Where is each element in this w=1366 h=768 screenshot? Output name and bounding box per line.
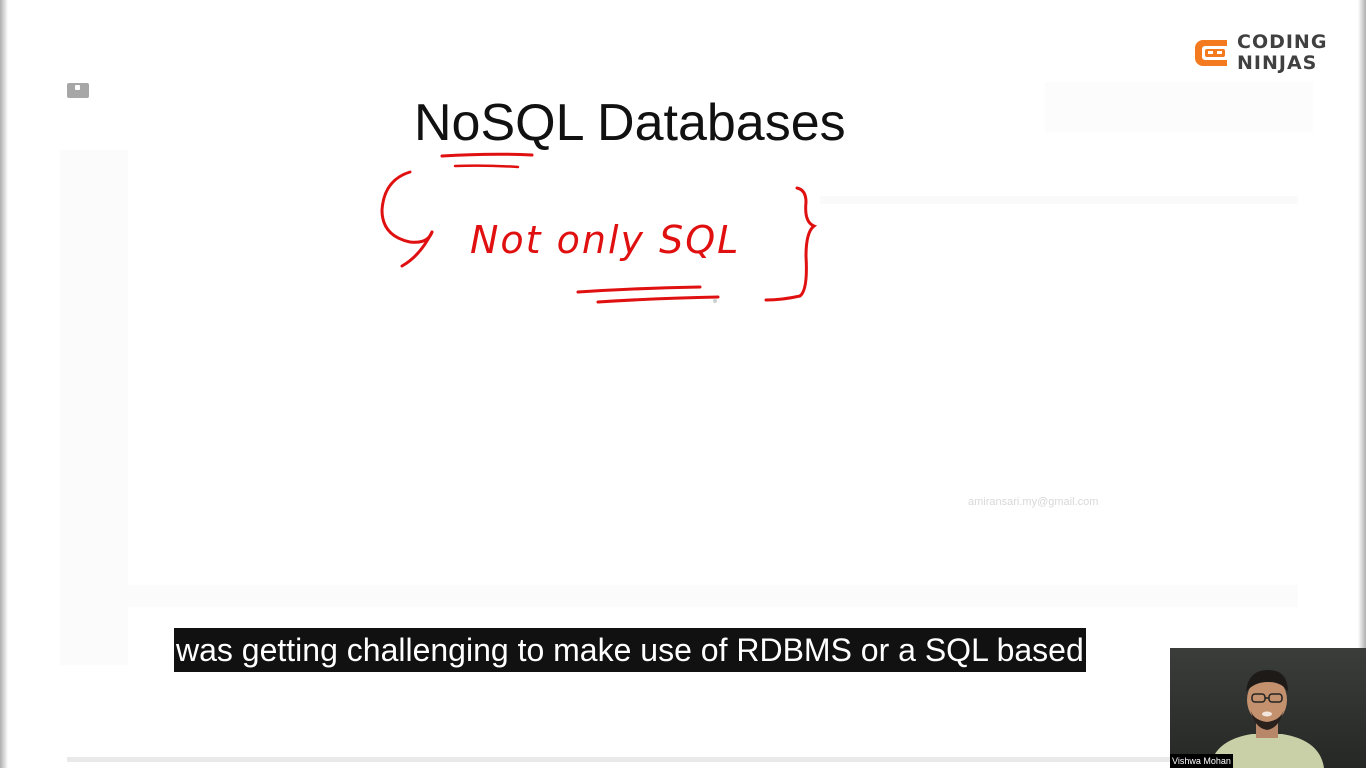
whiteboard-tool-icon[interactable] xyxy=(67,83,89,98)
slide-canvas: CODING NINJAS NoSQL Databases Not only S… xyxy=(0,0,1366,768)
faded-strip-top xyxy=(820,196,1298,204)
faded-strip-bottom xyxy=(128,585,1298,607)
only-underline-2 xyxy=(596,295,720,304)
brand-line-1: CODING xyxy=(1237,31,1328,53)
watermark-email: amiransari.my@gmail.com xyxy=(968,496,1099,508)
slide-title: NoSQL Databases xyxy=(414,94,846,152)
coding-ninjas-logo-icon xyxy=(1195,40,1227,66)
hook-arrow-tail xyxy=(400,230,434,268)
presenter-name-label: Vishwa Mohan xyxy=(1170,754,1233,768)
right-brace xyxy=(764,186,818,302)
handwritten-note: Not only SQL xyxy=(470,218,741,262)
faded-panel-right xyxy=(1045,82,1313,132)
presenter-webcam: Vishwa Mohan xyxy=(1170,648,1366,768)
subtitle-caption: was getting challenging to make use of R… xyxy=(174,628,1086,672)
video-progress-track[interactable] xyxy=(67,757,1170,762)
hook-arrow xyxy=(380,170,434,244)
only-underline xyxy=(576,285,702,294)
title-underline-2 xyxy=(453,164,520,169)
presenter-figure xyxy=(1210,670,1324,768)
pen-dot xyxy=(713,299,717,303)
brand-line-2: NINJAS xyxy=(1237,52,1318,74)
brand-name: CODING NINJAS xyxy=(1237,32,1327,74)
frame-edge-right xyxy=(1358,0,1366,650)
faded-panel-left xyxy=(60,150,128,665)
frame-edge-left xyxy=(0,0,8,768)
brand-logo: CODING NINJAS xyxy=(1193,32,1333,76)
